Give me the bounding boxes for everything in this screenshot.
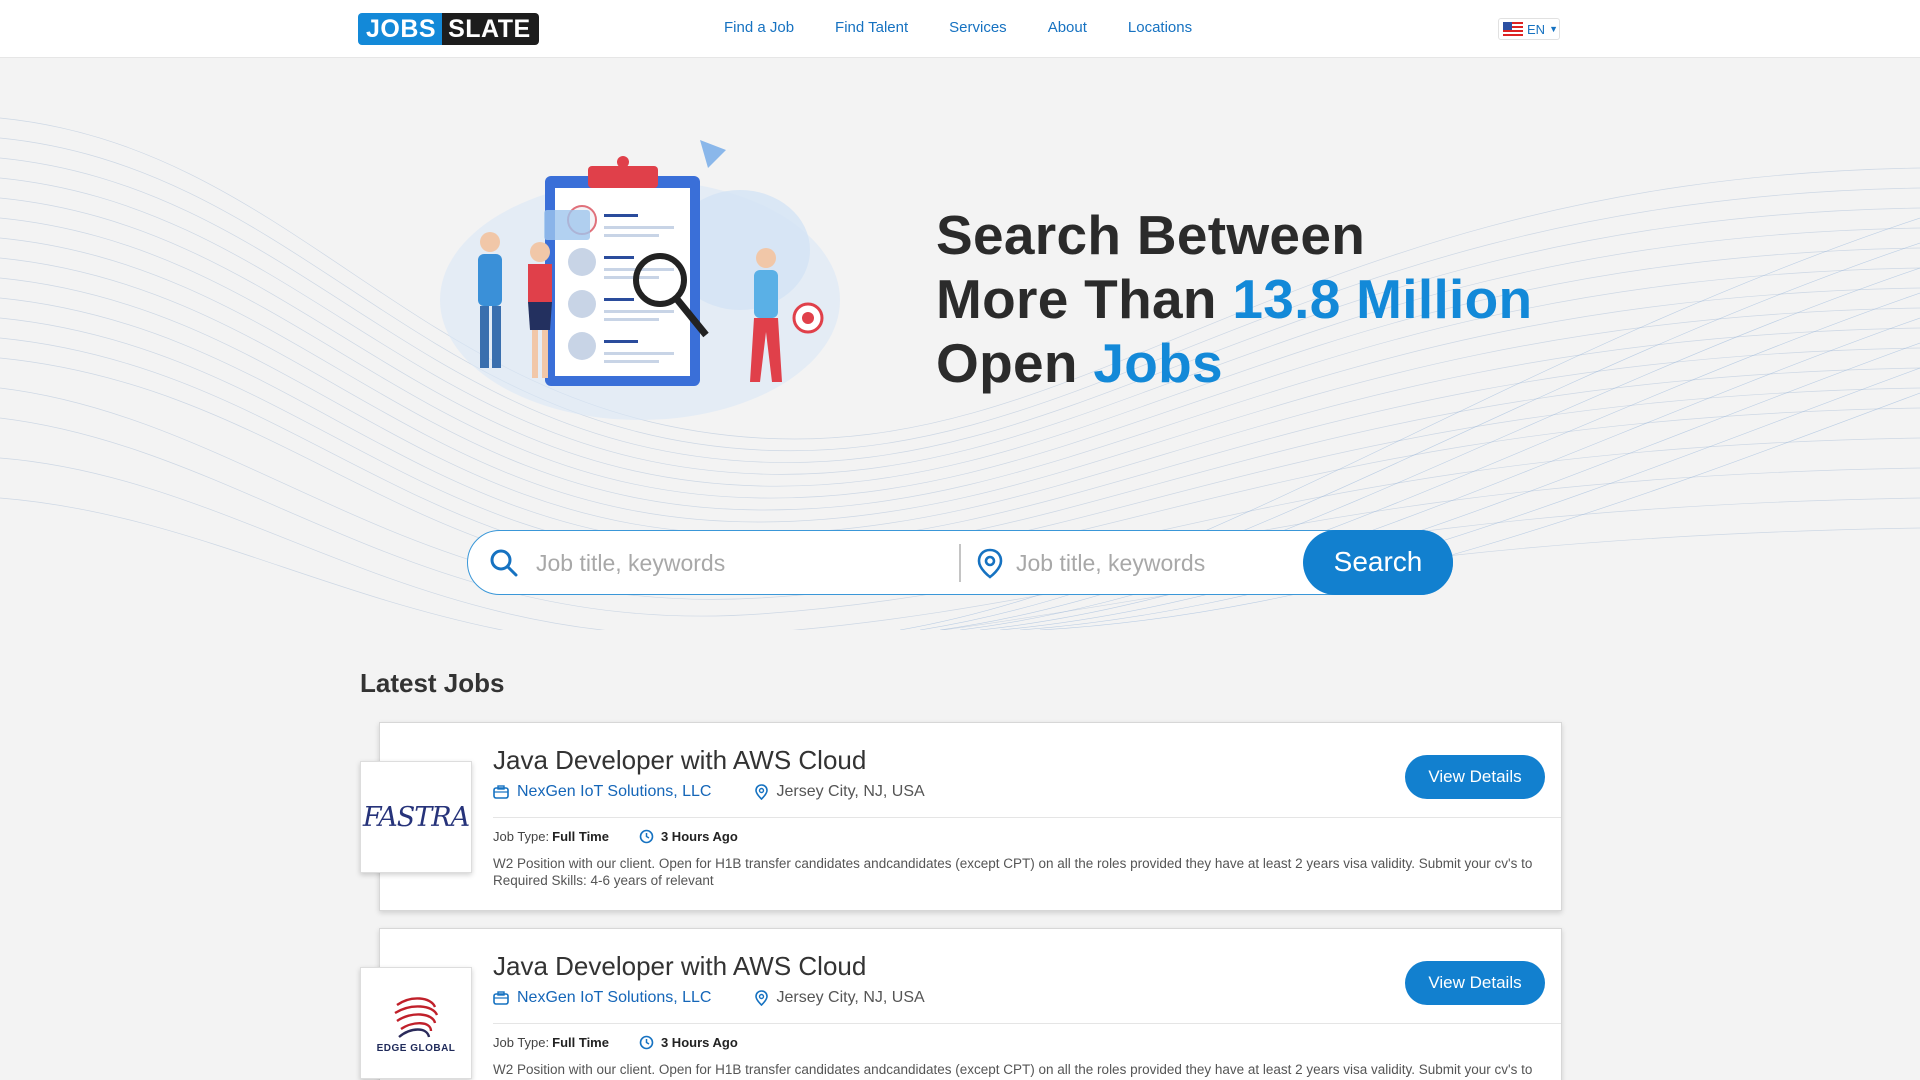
location-input[interactable] [1016, 547, 1276, 579]
job-search-bar: Search [467, 529, 1453, 595]
card-divider [493, 817, 1561, 818]
edge-global-logo-text: EDGE GLOBAL [376, 1042, 456, 1054]
job-card[interactable]: FASTRA Java Developer with AWS Cloud Nex… [360, 722, 1562, 911]
edge-global-swoosh-icon [394, 996, 439, 1038]
us-flag-icon [1503, 22, 1523, 36]
headline-line-2-prefix: More Than [936, 268, 1233, 330]
search-icon [490, 549, 518, 577]
clock-icon [639, 829, 654, 844]
keywords-input[interactable] [536, 547, 916, 579]
company-logo: FASTRA [360, 761, 472, 873]
latest-jobs-heading: Latest Jobs [360, 668, 505, 698]
nav-find-a-job[interactable]: Find a Job [724, 19, 794, 36]
job-location: Jersey City, NJ, USA [755, 783, 925, 801]
jobs-highlight: Jobs [1093, 332, 1223, 394]
chevron-down-icon: ▼ [1549, 24, 1558, 34]
job-type-label: Job Type: [493, 1035, 550, 1050]
fastra-logo-text: FASTRA [362, 801, 470, 833]
logo-slate: SLATE [442, 13, 539, 45]
briefcase-icon [493, 991, 509, 1005]
hero-headline: Search Between More Than 13.8 Million Op… [936, 203, 1532, 395]
nav-find-talent[interactable]: Find Talent [835, 19, 908, 36]
posted-time-label: 3 Hours Ago [660, 829, 738, 844]
headline-line-1: Search Between [936, 204, 1366, 266]
view-details-button[interactable]: View Details [1405, 755, 1545, 799]
headline-line-2: More Than 13.8 Million [936, 267, 1532, 331]
recruitment-illustration [440, 140, 840, 420]
job-description: W2 Position with our client. Open for H1… [493, 856, 1533, 888]
job-card[interactable]: EDGE GLOBAL Java Developer with AWS Clou… [360, 928, 1562, 1080]
posted-time: 3 Hours Ago [639, 1035, 738, 1050]
card-divider [493, 1023, 1561, 1024]
search-button[interactable]: Search [1303, 529, 1453, 595]
job-count-highlight: 13.8 Million [1232, 268, 1533, 330]
job-type-label: Job Type: [493, 829, 550, 844]
headline-line-3-prefix: Open [936, 332, 1094, 394]
job-details-row: Job Type: Full Time 3 Hours Ago [493, 1035, 738, 1050]
logo-jobs: JOBS [358, 13, 443, 45]
location-pin-icon [755, 990, 769, 1006]
main-menu: Find a Job Find Talent Services About Lo… [724, 19, 1233, 36]
top-nav: JOBS SLATE Find a Job Find Talent Servic… [0, 0, 1920, 58]
job-type-value: Full Time [552, 1035, 609, 1050]
company-name[interactable]: NexGen IoT Solutions, LLC [493, 989, 711, 1007]
language-code: EN [1527, 21, 1546, 37]
job-meta: NexGen IoT Solutions, LLC Jersey City, N… [493, 989, 925, 1007]
location-label: Jersey City, NJ, USA [776, 783, 925, 800]
nav-locations[interactable]: Locations [1128, 19, 1192, 36]
briefcase-icon [493, 785, 509, 799]
headline-line-3: Open Jobs [936, 331, 1532, 395]
posted-time-label: 3 Hours Ago [660, 1035, 738, 1050]
job-details-row: Job Type: Full Time 3 Hours Ago [493, 829, 738, 844]
nav-services[interactable]: Services [949, 19, 1007, 36]
location-pin-icon [977, 548, 1003, 579]
job-title[interactable]: Java Developer with AWS Cloud [493, 951, 866, 982]
view-details-button[interactable]: View Details [1405, 961, 1545, 1005]
company-name[interactable]: NexGen IoT Solutions, LLC [493, 783, 711, 801]
nav-about[interactable]: About [1048, 19, 1087, 36]
location-label: Jersey City, NJ, USA [776, 989, 925, 1006]
language-selector[interactable]: EN ▼ [1498, 18, 1560, 40]
location-pin-icon [755, 784, 769, 800]
posted-time: 3 Hours Ago [639, 829, 738, 844]
job-location: Jersey City, NJ, USA [755, 989, 925, 1007]
company-logo: EDGE GLOBAL [360, 967, 472, 1079]
company-name-label: NexGen IoT Solutions, LLC [517, 783, 712, 800]
jobsslate-logo[interactable]: JOBS SLATE [358, 13, 539, 45]
clock-icon [639, 1035, 654, 1050]
job-type-value: Full Time [552, 829, 609, 844]
company-name-label: NexGen IoT Solutions, LLC [517, 989, 712, 1006]
job-description: W2 Position with our client. Open for H1… [493, 1062, 1533, 1080]
job-title[interactable]: Java Developer with AWS Cloud [493, 745, 866, 776]
search-divider [959, 544, 961, 582]
job-meta: NexGen IoT Solutions, LLC Jersey City, N… [493, 783, 925, 801]
